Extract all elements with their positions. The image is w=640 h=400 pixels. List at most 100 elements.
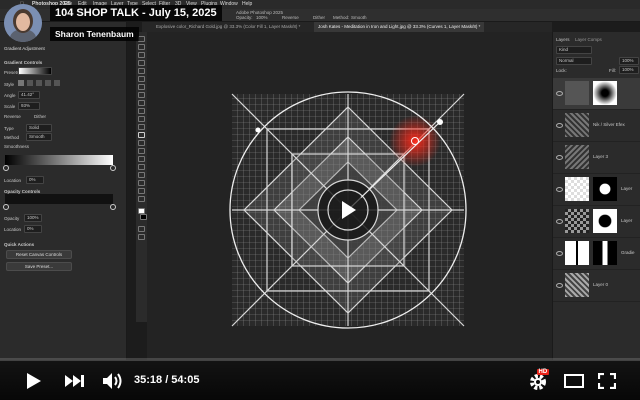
- frame-tool-icon[interactable]: [138, 76, 145, 82]
- fill-field[interactable]: 100%: [619, 66, 639, 74]
- fullscreen-icon[interactable]: [598, 373, 616, 389]
- dither-checkbox-left[interactable]: Dither: [34, 114, 46, 119]
- opacity-label: Opacity:: [236, 15, 253, 20]
- eyedropper-tool-icon[interactable]: [138, 84, 145, 90]
- channel-avatar[interactable]: [4, 4, 42, 42]
- menu-window[interactable]: Window: [220, 1, 238, 7]
- eraser-tool-icon[interactable]: [138, 124, 145, 130]
- scale-field[interactable]: 93%: [18, 102, 40, 110]
- layer-mask-thumbnail[interactable]: [593, 81, 617, 105]
- tab-layers[interactable]: Layers: [556, 37, 570, 42]
- style-reflected-button[interactable]: [45, 80, 51, 86]
- reverse-checkbox-left[interactable]: Reverse: [4, 114, 21, 119]
- tab-explosive-color[interactable]: Explosive color_Richard Gold.jpg @ 33.3%…: [152, 22, 304, 32]
- document-canvas[interactable]: [147, 32, 552, 360]
- lasso-tool-icon[interactable]: [138, 52, 145, 58]
- blend-mode-select[interactable]: Normal: [556, 57, 592, 65]
- preset-label: Presets: [4, 70, 20, 75]
- layer-name: Layer: [621, 218, 633, 223]
- layer-mask-thumbnail[interactable]: [593, 177, 617, 201]
- reset-canvas-controls-button[interactable]: Reset Canvas Controls: [6, 250, 72, 259]
- method-select[interactable]: Smooth: [351, 15, 367, 20]
- opacity-stop-left[interactable]: [3, 204, 9, 210]
- play-icon[interactable]: [24, 372, 42, 390]
- layer-kind-filter[interactable]: Kind: [556, 46, 592, 54]
- layer-mask-thumbnail[interactable]: [593, 209, 617, 233]
- brush-tool-icon[interactable]: [138, 100, 145, 106]
- layer-opacity-field[interactable]: 100%: [619, 57, 639, 65]
- quick-select-tool-icon[interactable]: [138, 60, 145, 66]
- marquee-tool-icon[interactable]: [138, 44, 145, 50]
- dither-checkbox[interactable]: Dither: [313, 15, 325, 20]
- layer-row-layer3[interactable]: Layer 3: [553, 142, 640, 174]
- layer-row-nik[interactable]: Nik / Silver Efex: [553, 110, 640, 142]
- healing-tool-icon[interactable]: [138, 92, 145, 98]
- save-preset-button[interactable]: Save Preset...: [6, 262, 72, 271]
- opacity-value[interactable]: 100%: [256, 15, 268, 20]
- path-select-tool-icon[interactable]: [138, 172, 145, 178]
- next-icon[interactable]: [64, 374, 86, 388]
- style-radial-button[interactable]: [27, 80, 33, 86]
- layer-row-masked-2[interactable]: Layer: [553, 206, 640, 238]
- progress-bar[interactable]: [0, 358, 640, 361]
- visibility-eye-icon[interactable]: [556, 155, 563, 160]
- gradient-preset-swatch[interactable]: [18, 67, 52, 75]
- location2-field[interactable]: 0%: [24, 225, 42, 233]
- gradient-handle-left[interactable]: [255, 127, 261, 133]
- opacity-stop-right[interactable]: [110, 204, 116, 210]
- tab-layer-comps[interactable]: Layer Comps: [575, 37, 602, 42]
- layer-row-gradient[interactable]: Gradie: [553, 238, 640, 270]
- angle-field[interactable]: 41.42°: [18, 91, 40, 99]
- hand-tool-icon[interactable]: [138, 188, 145, 194]
- style-diamond-button[interactable]: [54, 80, 60, 86]
- volume-icon[interactable]: [102, 372, 124, 390]
- method-select-left[interactable]: Smooth: [26, 133, 52, 141]
- pen-tool-icon[interactable]: [138, 156, 145, 162]
- visibility-eye-icon[interactable]: [556, 91, 563, 96]
- visibility-eye-icon[interactable]: [556, 123, 563, 128]
- gradient-handle-end[interactable]: [437, 119, 443, 125]
- type-select[interactable]: Solid: [26, 124, 52, 132]
- move-tool-icon[interactable]: [138, 36, 145, 42]
- history-brush-tool-icon[interactable]: [138, 116, 145, 122]
- crop-tool-icon[interactable]: [138, 68, 145, 74]
- layer-row-curves[interactable]: [553, 78, 640, 110]
- gradient-tool-icon[interactable]: [138, 132, 145, 138]
- channel-name[interactable]: Sharon Tenenbaum: [50, 27, 139, 41]
- style-angle-button[interactable]: [36, 80, 42, 86]
- background-color-icon[interactable]: [140, 214, 147, 220]
- avatar-portrait: [4, 4, 42, 42]
- smoothness-label: Smoothness: [4, 144, 30, 149]
- color-stop-left[interactable]: [3, 165, 9, 171]
- menu-help[interactable]: Help: [242, 1, 252, 7]
- blur-tool-icon[interactable]: [138, 140, 145, 146]
- layer-thumbnail: [565, 113, 589, 137]
- quick-mask-icon[interactable]: [138, 226, 145, 232]
- layer-row-masked-1[interactable]: Layer: [553, 174, 640, 206]
- visibility-eye-icon[interactable]: [556, 187, 563, 192]
- zoom-tool-icon[interactable]: [138, 196, 145, 202]
- shape-tool-icon[interactable]: [138, 180, 145, 186]
- stamp-tool-icon[interactable]: [138, 108, 145, 114]
- opacity-ramp[interactable]: [5, 194, 113, 204]
- visibility-eye-icon[interactable]: [556, 251, 563, 256]
- type-tool-icon[interactable]: [138, 164, 145, 170]
- color-stop-right[interactable]: [110, 165, 116, 171]
- theater-mode-icon[interactable]: [564, 374, 584, 388]
- video-title[interactable]: 104 SHOP TALK - July 15, 2025: [50, 5, 222, 21]
- style-linear-button[interactable]: [18, 80, 24, 86]
- dodge-tool-icon[interactable]: [138, 148, 145, 154]
- layer-mask-thumbnail[interactable]: [593, 241, 617, 265]
- settings-gear-icon[interactable]: [528, 372, 548, 392]
- reverse-checkbox[interactable]: Reverse: [282, 15, 299, 20]
- layer-name: Nik / Silver Efex: [593, 122, 625, 127]
- visibility-eye-icon[interactable]: [556, 283, 563, 288]
- location-field[interactable]: 0%: [26, 176, 44, 184]
- screen-mode-icon[interactable]: [138, 234, 145, 240]
- red-color-spot: [389, 115, 441, 167]
- layer-row-layer0[interactable]: Layer 0: [553, 270, 640, 302]
- gradient-ramp[interactable]: [5, 155, 113, 165]
- opacity-field-left[interactable]: 100%: [24, 214, 42, 222]
- visibility-eye-icon[interactable]: [556, 219, 563, 224]
- tab-josh-kates[interactable]: Josh Kates - Meditation in Iron and Ligh…: [314, 22, 485, 32]
